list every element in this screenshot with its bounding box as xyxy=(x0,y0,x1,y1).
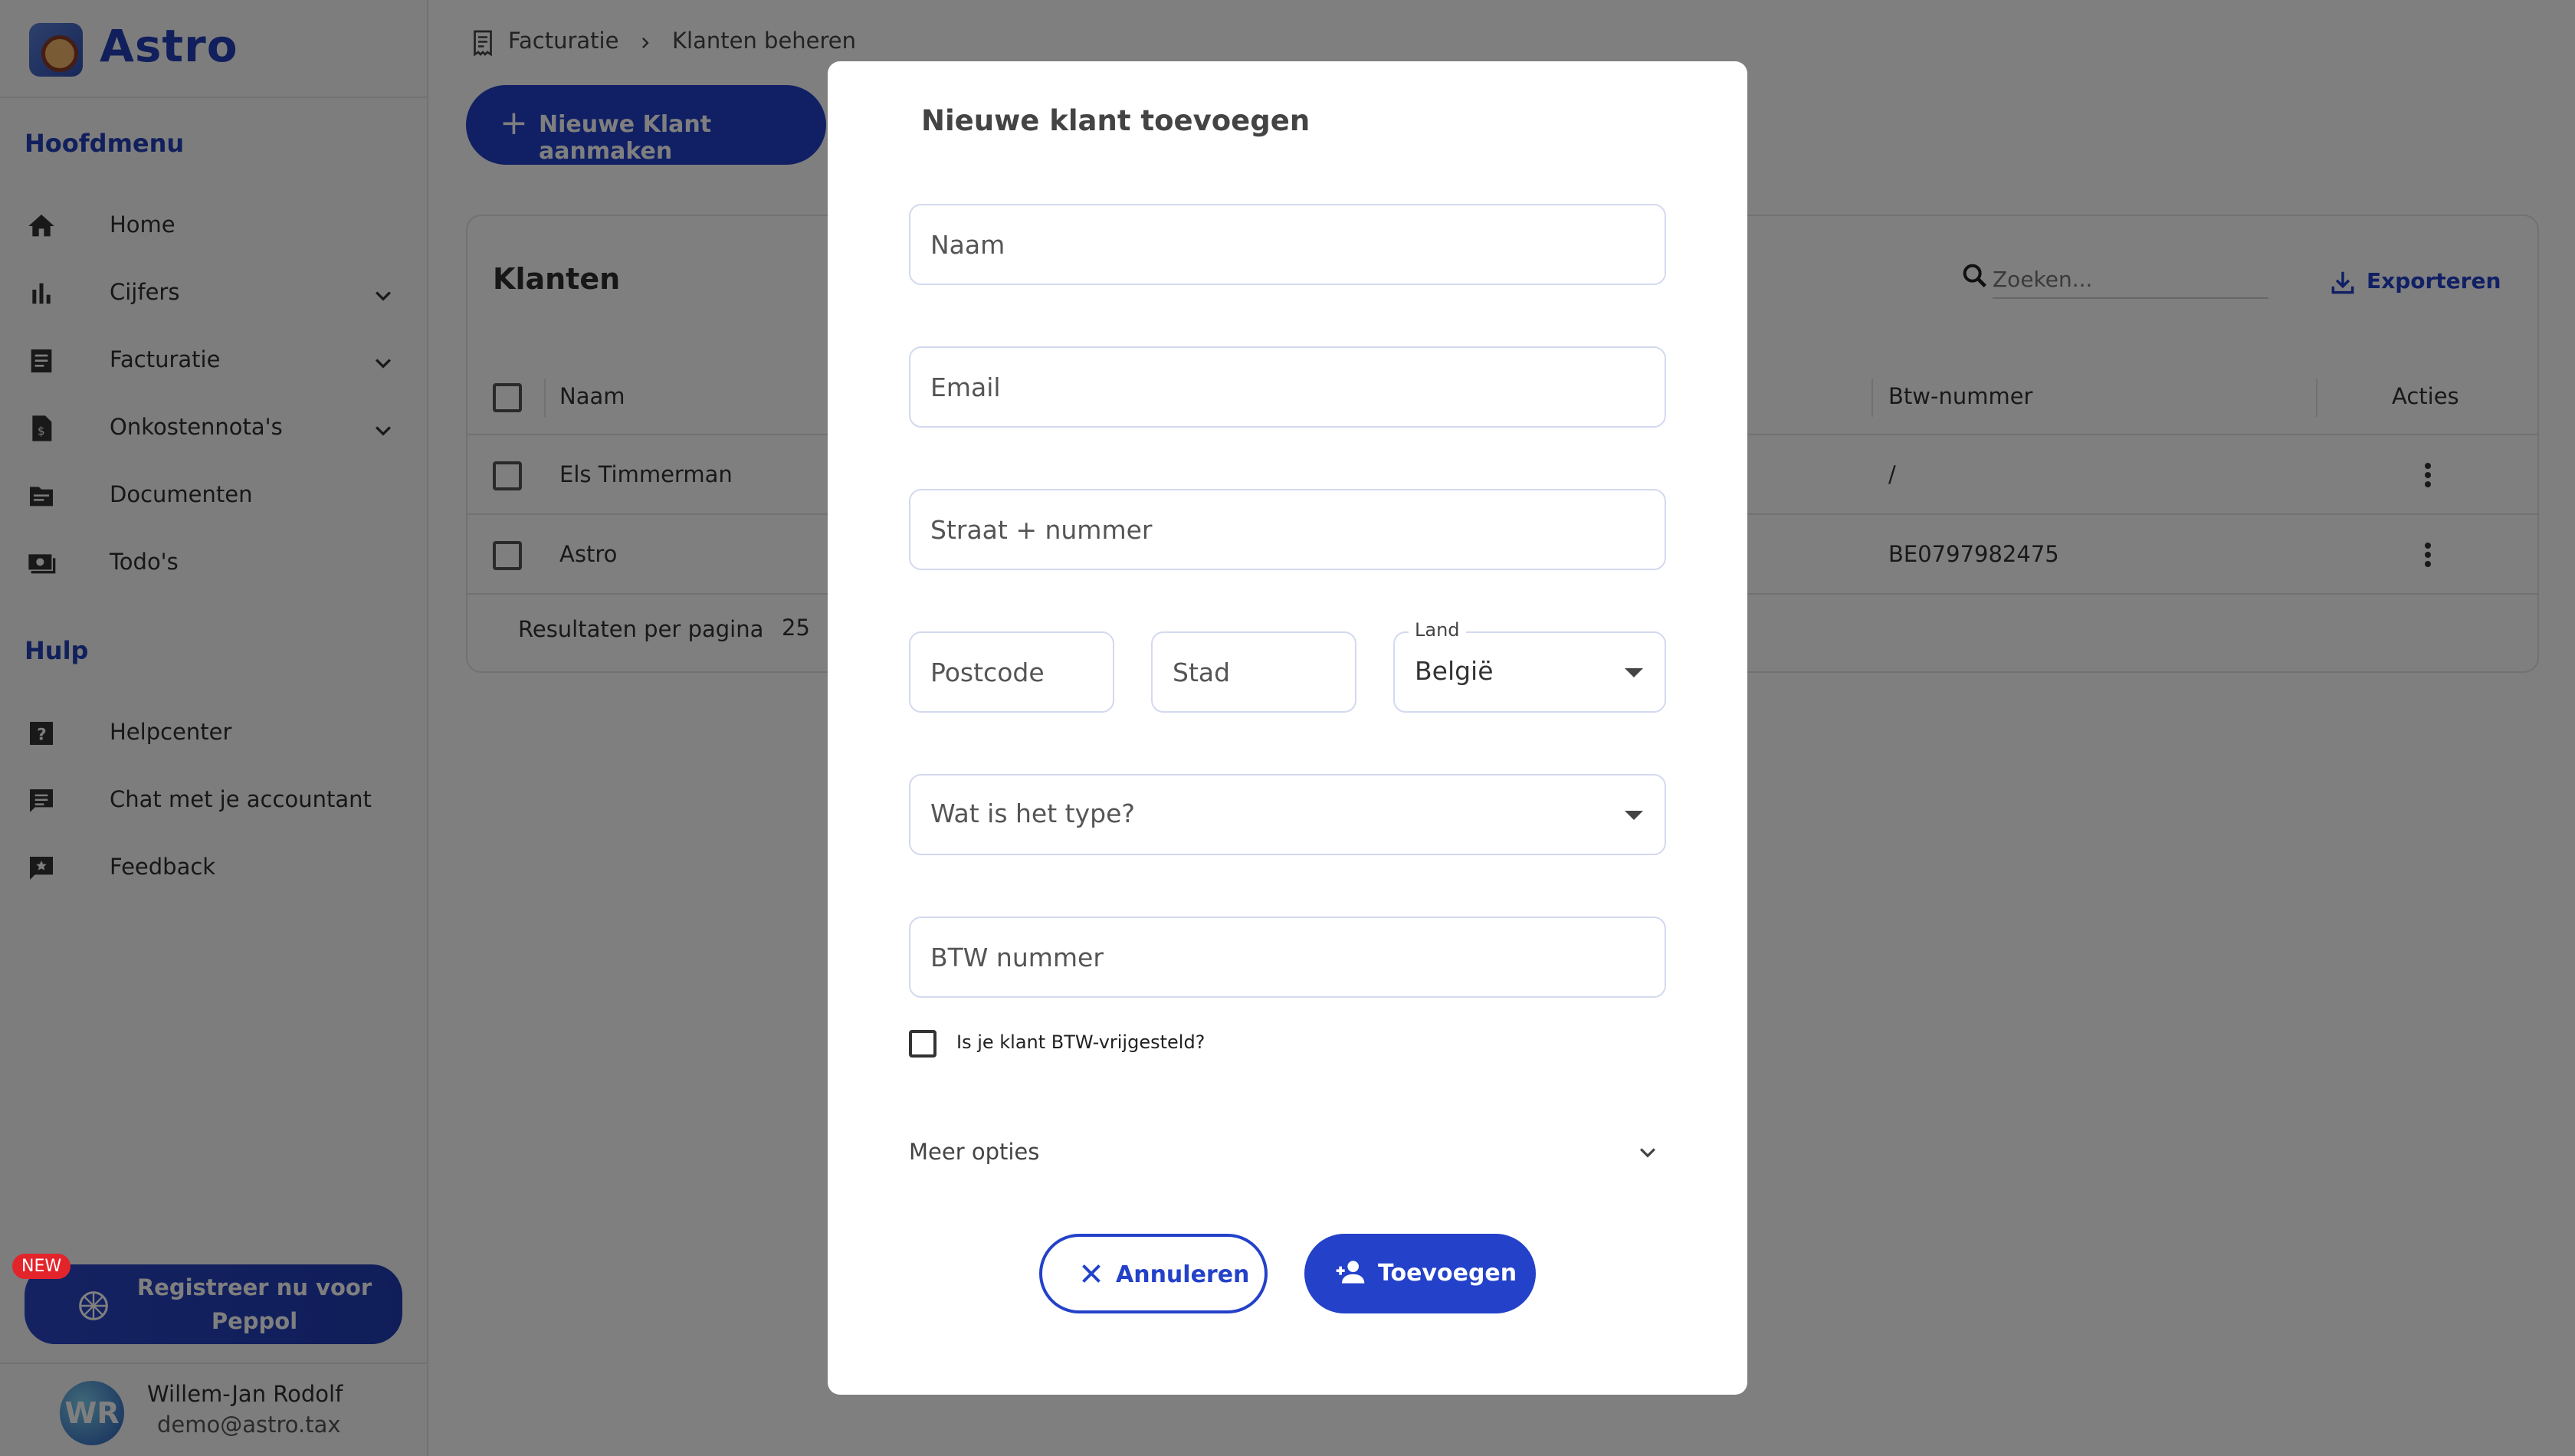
dialog-title: Nieuwe klant toevoegen xyxy=(921,104,1310,137)
close-icon xyxy=(1082,1264,1101,1283)
email-field[interactable] xyxy=(909,346,1666,428)
name-input[interactable] xyxy=(930,205,1645,284)
dropdown-arrow-icon xyxy=(1625,668,1643,677)
country-select[interactable]: Land België xyxy=(1393,619,1666,713)
new-client-dialog: Nieuwe klant toevoegen Land België Wat i… xyxy=(828,61,1747,1395)
city-field[interactable] xyxy=(1151,631,1356,713)
new-badge: NEW xyxy=(12,1254,71,1279)
name-field[interactable] xyxy=(909,204,1666,285)
postcode-field[interactable] xyxy=(909,631,1114,713)
dropdown-arrow-icon xyxy=(1625,811,1643,820)
type-placeholder: Wat is het type? xyxy=(930,799,1135,828)
country-value: België xyxy=(1415,656,1494,686)
postcode-input[interactable] xyxy=(930,633,1093,711)
person-add-icon xyxy=(1336,1261,1365,1284)
street-field[interactable] xyxy=(909,489,1666,570)
vat-number-field[interactable] xyxy=(909,917,1666,998)
cancel-label: Annuleren xyxy=(1116,1261,1250,1288)
city-input[interactable] xyxy=(1173,633,1335,711)
cancel-button[interactable]: Annuleren xyxy=(1039,1234,1268,1313)
type-select[interactable]: Wat is het type? xyxy=(909,774,1666,855)
email-input[interactable] xyxy=(930,348,1645,426)
vat-exempt-checkbox[interactable] xyxy=(909,1030,937,1058)
more-options-toggle[interactable]: Meer opties xyxy=(909,1139,1039,1165)
chevron-down-icon[interactable] xyxy=(1632,1137,1663,1168)
country-label: Land xyxy=(1409,619,1466,641)
vat-exempt-label: Is je klant BTW-vrijgesteld? xyxy=(956,1031,1205,1053)
vat-number-input[interactable] xyxy=(930,918,1645,996)
street-input[interactable] xyxy=(930,490,1645,569)
add-button[interactable]: Toevoegen xyxy=(1304,1234,1536,1313)
add-label: Toevoegen xyxy=(1378,1260,1517,1287)
